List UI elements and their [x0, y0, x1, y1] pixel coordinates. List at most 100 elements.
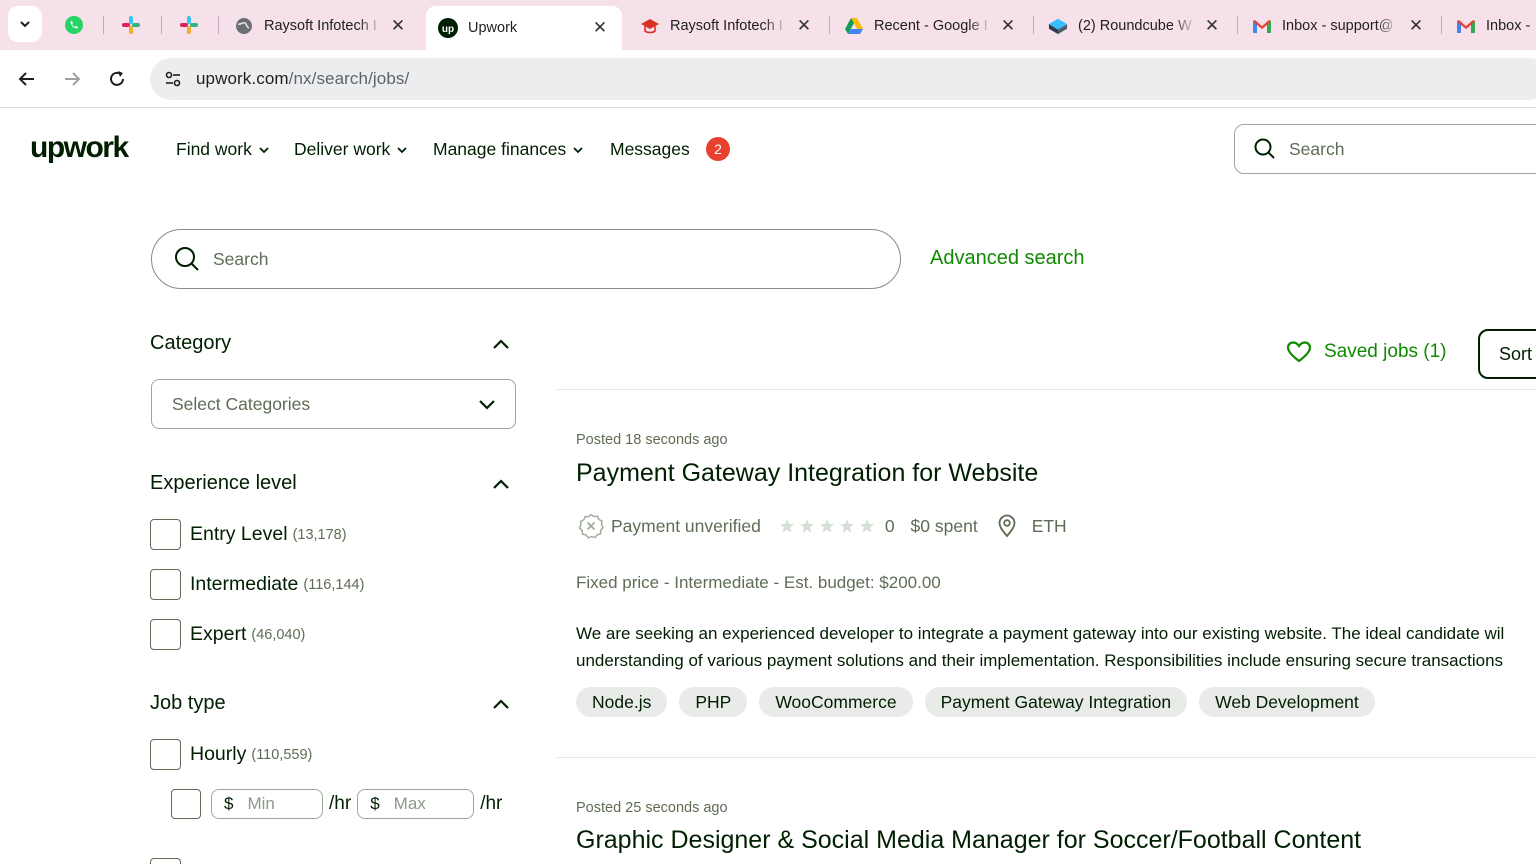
tab-title: Inbox - [1486, 18, 1531, 34]
browser-tab[interactable]: Raysoft Infotech I ✕ [628, 6, 826, 46]
rating-value: 0 [884, 515, 895, 536]
chevron-up-icon [493, 699, 509, 709]
skill-tag[interactable]: WooCommerce [759, 687, 913, 717]
advanced-search-link[interactable]: Advanced search [930, 247, 1085, 270]
divider [556, 389, 1536, 390]
option-count: (110,559) [251, 746, 313, 763]
tab-title: Raysoft Infotech I [264, 18, 377, 34]
roundcube-icon [1048, 18, 1068, 35]
skill-tag[interactable]: PHP [679, 687, 748, 717]
checkbox[interactable] [150, 569, 181, 600]
chevron-down-icon [20, 21, 30, 28]
heart-icon [1286, 341, 1312, 363]
graduation-cap-icon [641, 19, 659, 34]
close-icon[interactable]: ✕ [998, 16, 1018, 36]
sort-button[interactable]: Sort [1478, 329, 1536, 379]
star-icon [839, 519, 854, 533]
close-icon[interactable]: ✕ [590, 18, 610, 38]
pinned-tab-slack-1[interactable] [111, 8, 151, 42]
chevron-down-icon [397, 146, 407, 153]
globe-icon [236, 18, 252, 34]
tab-title: Raysoft Infotech I [670, 18, 783, 34]
checkbox[interactable] [150, 519, 181, 550]
browser-tab[interactable]: Recent - Google I ✕ [832, 6, 1030, 46]
experience-option-entry[interactable]: Entry Level (13,178) [150, 519, 347, 550]
star-icon [819, 519, 834, 533]
saved-jobs-link[interactable]: Saved jobs (1) [1286, 340, 1447, 364]
experience-collapse-button[interactable] [489, 473, 513, 497]
upwork-favicon: up [438, 18, 458, 38]
reload-button[interactable] [100, 62, 134, 96]
tab-search-button[interactable] [8, 6, 42, 42]
client-spent: $0 spent [910, 515, 978, 536]
star-icon [799, 519, 814, 533]
option-label: Expert [190, 623, 247, 645]
close-icon[interactable]: ✕ [388, 16, 408, 36]
rate-unit: /hr [480, 793, 503, 814]
checkbox[interactable] [150, 858, 181, 864]
job-posted-time: Posted 18 seconds ago [576, 432, 728, 448]
min-rate-input[interactable]: $ Min [211, 789, 323, 819]
upwork-logo[interactable]: upwork [30, 131, 129, 165]
description-line: We are seeking an experienced developer … [576, 624, 1505, 643]
checkbox[interactable] [150, 619, 181, 650]
arrow-left-icon [18, 72, 34, 86]
pinned-tab-slack-2[interactable] [169, 8, 209, 42]
search-icon [1254, 138, 1275, 159]
option-label: Entry Level [190, 523, 288, 545]
rate-unit: /hr [329, 793, 352, 814]
pinned-tab-whatsapp[interactable] [54, 8, 94, 42]
checkbox[interactable] [150, 739, 181, 770]
site-info-button[interactable] [152, 58, 194, 100]
browser-tab-active[interactable]: up Upwork ✕ [426, 6, 622, 50]
experience-option-expert[interactable]: Expert (46,040) [150, 619, 305, 650]
skill-tag[interactable]: Payment Gateway Integration [924, 687, 1188, 717]
close-icon[interactable]: ✕ [1406, 16, 1426, 36]
search-icon [175, 247, 199, 271]
category-collapse-button[interactable] [489, 333, 513, 357]
location-pin-icon [998, 514, 1016, 538]
messages-badge: 2 [706, 137, 730, 161]
close-icon[interactable]: ✕ [794, 16, 814, 36]
saved-jobs-label: Saved jobs (1) [1324, 341, 1447, 362]
job-type-option-hourly[interactable]: Hourly (110,559) [150, 739, 312, 770]
address-bar[interactable]: upwork.com/nx/search/jobs/ [150, 58, 1536, 100]
nav-manage-finances[interactable]: Manage finances [433, 139, 584, 160]
nav-deliver-work[interactable]: Deliver work [294, 139, 408, 160]
nav-label: Deliver work [294, 139, 391, 159]
skill-tag[interactable]: Node.js [576, 687, 668, 717]
chevron-down-icon [573, 146, 583, 153]
job-description: We are seeking an experienced developer … [576, 620, 1536, 674]
client-location: ETH [1031, 515, 1067, 536]
browser-tab[interactable]: Inbox - [1444, 6, 1536, 46]
nav-messages[interactable]: Messages [610, 139, 690, 160]
category-select[interactable]: Select Categories [151, 379, 516, 429]
max-rate-input[interactable]: $ Max [357, 789, 475, 819]
browser-tab[interactable]: Inbox - support@ ✕ [1240, 6, 1438, 46]
skill-tag[interactable]: Web Development [1199, 687, 1375, 717]
forward-button[interactable] [55, 62, 89, 96]
hourly-rate-checkbox[interactable] [171, 789, 201, 819]
tune-icon [165, 71, 181, 87]
browser-tab[interactable]: (2) Roundcube W ✕ [1036, 6, 1234, 46]
tab-title: Upwork [468, 20, 518, 36]
arrow-right-icon [65, 72, 81, 86]
close-icon[interactable]: ✕ [1202, 16, 1222, 36]
browser-tab[interactable]: Raysoft Infotech I ✕ [222, 6, 420, 46]
experience-option-intermediate[interactable]: Intermediate (116,144) [150, 569, 364, 600]
max-placeholder: Max [393, 794, 426, 813]
job-type-collapse-button[interactable] [489, 693, 513, 717]
option-count: (13,178) [292, 526, 347, 543]
category-select-label: Select Categories [172, 393, 311, 414]
currency-symbol: $ [370, 794, 380, 813]
header-search-input[interactable]: Search [1234, 124, 1536, 174]
job-info: Fixed price - Intermediate - Est. budget… [576, 573, 941, 592]
description-line: understanding of various payment solutio… [576, 651, 1504, 670]
job-title-link[interactable]: Payment Gateway Integration for Website [576, 459, 1038, 488]
chevron-down-icon [259, 146, 269, 153]
job-title-link[interactable]: Graphic Designer & Social Media Manager … [576, 826, 1361, 855]
back-button[interactable] [10, 62, 44, 96]
nav-find-work[interactable]: Find work [176, 139, 270, 160]
category-filter-title: Category [150, 332, 232, 354]
job-search-input[interactable]: Search [151, 229, 901, 289]
